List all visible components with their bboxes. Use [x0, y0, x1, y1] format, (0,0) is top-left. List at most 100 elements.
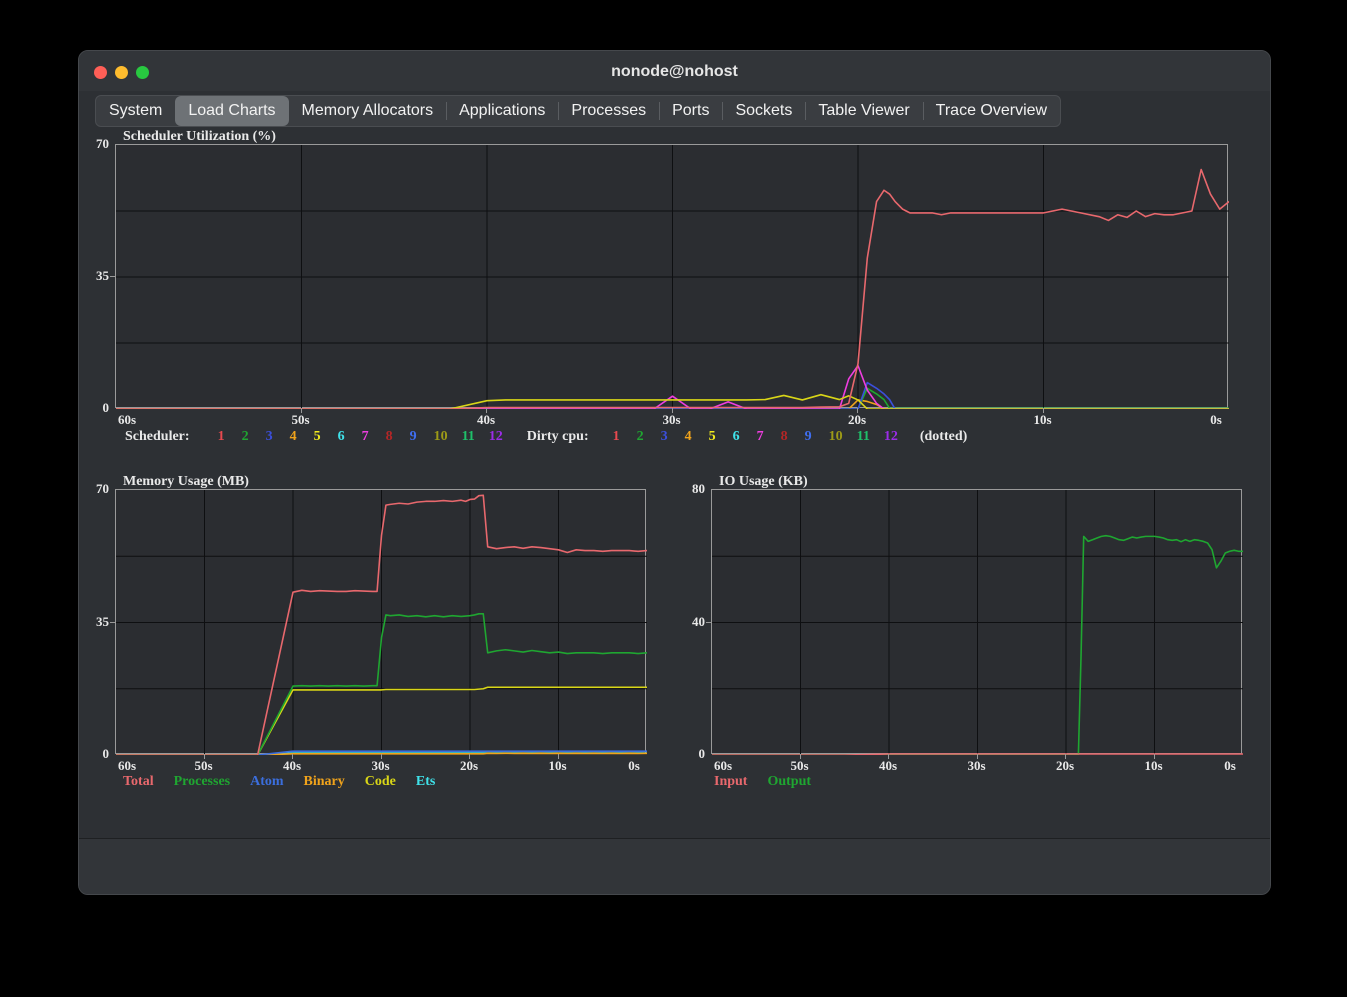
dirty-cpu-legend-item-12[interactable]: 12	[884, 429, 898, 445]
memory-xtick-label: 20s	[459, 758, 479, 773]
scheduler-legend-item-5[interactable]: 5	[314, 429, 321, 445]
scheduler-plot-frame	[115, 144, 1229, 409]
tab-sockets[interactable]: Sockets	[722, 96, 805, 126]
tabbar-container: System Load Charts Memory Allocators Applic…	[79, 91, 1270, 129]
io-legend-item-input[interactable]: Input	[714, 774, 747, 790]
io-plot-frame	[711, 489, 1243, 755]
scheduler-legend-row: Scheduler: 1 2 3 4 5 6 7 8 9 10 11 12 Dirty cpu: 1 2 3 4 5…	[125, 429, 971, 445]
scheduler-legend-item-3[interactable]: 3	[266, 429, 273, 445]
scheduler-xtick-label: 60s	[117, 412, 137, 427]
dirty-cpu-legend-item-11[interactable]: 11	[857, 429, 870, 445]
memory-chart-title: Memory Usage (MB)	[123, 474, 249, 489]
scheduler-legend-item-7[interactable]: 7	[362, 429, 369, 445]
content-area: Scheduler Utilization (%) 0 35 70 60s 50s 40s…	[79, 129, 1270, 839]
scheduler-ytick-label: 0	[102, 400, 110, 415]
memory-legend-item-code[interactable]: Code	[365, 774, 396, 790]
scheduler-legend-item-2[interactable]: 2	[242, 429, 249, 445]
dirty-cpu-legend-item-8[interactable]: 8	[781, 429, 788, 445]
scheduler-xtick-mark	[300, 408, 302, 413]
io-plot-svg	[712, 490, 1243, 755]
tab-trace-overview[interactable]: Trace Overview	[922, 96, 1060, 126]
memory-ytick-label: 70	[96, 481, 109, 496]
scheduler-legend-item-9[interactable]: 9	[410, 429, 417, 445]
scheduler-legend-item-6[interactable]: 6	[338, 429, 345, 445]
scheduler-xtick-label: 40s	[476, 412, 496, 427]
memory-xtick-mark	[203, 754, 205, 759]
io-xtick-mark	[976, 754, 978, 759]
scheduler-ytick-label: 70	[96, 136, 109, 151]
tab-processes[interactable]: Processes	[558, 96, 659, 126]
tab-ports[interactable]: Ports	[659, 96, 722, 126]
scheduler-chart-title: Scheduler Utilization (%)	[123, 129, 276, 144]
scheduler-ytick-label: 35	[96, 268, 109, 283]
dirty-cpu-legend-item-1[interactable]: 1	[613, 429, 620, 445]
dirty-cpu-legend-title: Dirty cpu:	[526, 429, 589, 444]
memory-xtick-mark	[380, 754, 382, 759]
memory-legend-item-ets[interactable]: Ets	[416, 774, 435, 790]
scheduler-xtick-mark	[857, 408, 858, 413]
io-ytick-mark	[706, 621, 711, 623]
app-window: nonode@nohost System Load Charts Memory Al…	[78, 50, 1271, 895]
io-ytick-label: 40	[692, 613, 705, 629]
io-xtick-mark	[1153, 754, 1155, 759]
tabbar: System Load Charts Memory Allocators Applic…	[95, 95, 1062, 127]
scheduler-utilization-panel: Scheduler Utilization (%) 0 35 70 60s 50s 40s…	[79, 129, 1270, 459]
io-xtick-label: 20s	[1055, 758, 1075, 773]
memory-legend-item-binary[interactable]: Binary	[304, 774, 345, 790]
io-xtick-mark	[888, 754, 889, 759]
io-legend-item-output[interactable]: Output	[767, 774, 811, 790]
tab-applications[interactable]: Applications	[446, 96, 558, 126]
memory-ytick-label: 0	[102, 746, 110, 761]
scheduler-legend-item-10[interactable]: 10	[434, 429, 448, 445]
memory-legend-item-processes[interactable]: Processes	[174, 774, 231, 790]
scheduler-legend-item-4[interactable]: 4	[290, 429, 297, 445]
dirty-cpu-dotted-note: (dotted)	[919, 429, 968, 444]
dirty-cpu-legend-item-7[interactable]: 7	[757, 429, 764, 445]
io-xtick-label: 10s	[1144, 758, 1163, 773]
io-xtick-mark	[799, 754, 801, 759]
scheduler-legend-item-12[interactable]: 12	[489, 429, 503, 445]
io-xtick-label: 60s	[713, 758, 733, 773]
scheduler-legend-item-1[interactable]: 1	[218, 429, 225, 445]
io-xtick-label: 0s	[1224, 758, 1236, 773]
memory-ytick-mark	[110, 621, 115, 623]
io-xtick-label: 40s	[878, 758, 898, 773]
memory-legend-item-atom[interactable]: Atom	[250, 774, 283, 790]
memory-xtick-label: 30s	[371, 758, 390, 773]
io-xtick-label: 30s	[967, 758, 986, 773]
memory-usage-panel: Memory Usage (MB) 0 35 70 60s 50s 40s 30s 20s 10…	[79, 474, 675, 814]
scheduler-xtick-mark	[1042, 408, 1044, 413]
dirty-cpu-legend-item-2[interactable]: 2	[637, 429, 644, 445]
dirty-cpu-legend-item-3[interactable]: 3	[661, 429, 668, 445]
dirty-cpu-legend-item-10[interactable]: 10	[829, 429, 843, 445]
io-xtick-mark	[1065, 754, 1066, 759]
io-usage-panel: IO Usage (KB) 0 40 80 60s 50s 40s 30s 20s 10s 0s …	[675, 474, 1270, 814]
scheduler-xtick-label: 30s	[662, 412, 681, 427]
scheduler-xtick-mark	[671, 408, 673, 413]
tab-table-viewer[interactable]: Table Viewer	[805, 96, 922, 126]
dirty-cpu-legend-item-9[interactable]: 9	[805, 429, 812, 445]
io-ytick-label: 0	[698, 746, 706, 761]
scheduler-legend-title: Scheduler:	[125, 429, 190, 444]
scheduler-xtick-mark	[486, 408, 487, 413]
scheduler-legend-item-8[interactable]: 8	[386, 429, 393, 445]
dirty-cpu-legend-item-6[interactable]: 6	[733, 429, 740, 445]
scheduler-legend-item-11[interactable]: 11	[462, 429, 475, 445]
io-xtick-label: 50s	[790, 758, 809, 773]
tab-memory-allocators[interactable]: Memory Allocators	[289, 96, 447, 126]
memory-ytick-label: 35	[96, 613, 109, 629]
memory-xtick-label: 10s	[548, 758, 567, 773]
scheduler-xtick-label: 10s	[1033, 412, 1052, 427]
tab-load-charts[interactable]: Load Charts	[175, 96, 289, 126]
memory-legend-item-total[interactable]: Total	[123, 774, 154, 790]
dirty-cpu-legend-item-4[interactable]: 4	[685, 429, 692, 445]
scheduler-xtick-label: 0s	[1210, 412, 1222, 427]
io-legend-row: Input Output	[714, 774, 831, 790]
dirty-cpu-legend-item-5[interactable]: 5	[709, 429, 716, 445]
scheduler-xtick-label: 20s	[847, 412, 867, 427]
window-titlebar: nonode@nohost	[79, 51, 1270, 95]
memory-xtick-label: 40s	[282, 758, 302, 773]
memory-xtick-mark	[557, 754, 559, 759]
io-chart-title: IO Usage (KB)	[719, 474, 808, 489]
tab-system[interactable]: System	[96, 96, 175, 126]
